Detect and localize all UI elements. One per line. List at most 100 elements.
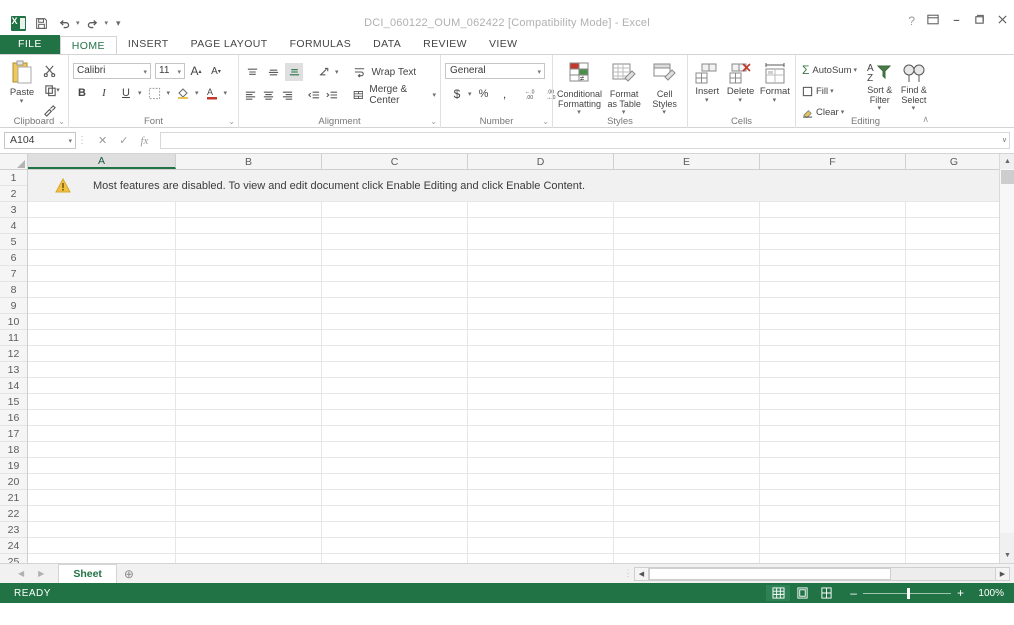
row-header[interactable]: 3	[0, 202, 27, 218]
grid-cell[interactable]	[760, 442, 906, 458]
grid-cell[interactable]	[614, 474, 760, 490]
decrease-indent-icon[interactable]	[306, 86, 321, 104]
row-header[interactable]: 6	[0, 250, 27, 266]
collapse-ribbon-button[interactable]: ∧	[922, 114, 929, 125]
grid-cell[interactable]	[906, 522, 1003, 538]
table-row[interactable]	[28, 410, 1014, 426]
grid-cell[interactable]	[906, 202, 1003, 218]
grid-cell[interactable]	[906, 554, 1003, 563]
grid-cell[interactable]	[614, 538, 760, 554]
grid-cell[interactable]	[468, 362, 614, 378]
increase-indent-icon[interactable]	[324, 86, 339, 104]
number-format-caret[interactable]: ▾	[537, 68, 541, 76]
grid-cell[interactable]	[614, 314, 760, 330]
accounting-format-icon[interactable]: $	[448, 85, 466, 103]
table-row[interactable]	[28, 314, 1014, 330]
table-row[interactable]	[28, 378, 1014, 394]
alignment-dialog-launcher[interactable]: ⌄	[430, 117, 437, 126]
row-header[interactable]: 14	[0, 378, 27, 394]
wrap-text-button[interactable]: Wrap Text	[351, 63, 419, 81]
grid-cell[interactable]	[760, 234, 906, 250]
grid-cell[interactable]	[468, 282, 614, 298]
grid-cell[interactable]	[468, 538, 614, 554]
grid-cell[interactable]	[468, 298, 614, 314]
font-name-input[interactable]: Calibri ▾	[73, 63, 151, 79]
number-dialog-launcher[interactable]: ⌄	[542, 117, 549, 126]
decrease-font-size-icon[interactable]: A ▾	[207, 62, 225, 80]
grid-cell[interactable]	[468, 218, 614, 234]
grid-cell[interactable]	[760, 490, 906, 506]
grid-cell[interactable]	[614, 282, 760, 298]
column-header-f[interactable]: F	[760, 154, 906, 169]
grid-cell[interactable]	[28, 314, 176, 330]
new-sheet-button[interactable]: ⊕	[117, 567, 141, 581]
grid-cell[interactable]	[468, 426, 614, 442]
name-box[interactable]: A104 ▾	[4, 132, 76, 149]
row-header[interactable]: 12	[0, 346, 27, 362]
accounting-caret[interactable]: ▾	[468, 91, 472, 98]
column-header-d[interactable]: D	[468, 154, 614, 169]
grid-cell[interactable]	[468, 474, 614, 490]
cell-styles-button[interactable]: Cell Styles ▾	[646, 60, 683, 116]
grid-cell[interactable]	[28, 538, 176, 554]
zoom-level-label[interactable]: 100%	[970, 588, 1004, 599]
grid-cell[interactable]	[28, 378, 176, 394]
grid-cell[interactable]	[322, 410, 468, 426]
table-row[interactable]	[28, 394, 1014, 410]
grid-cell[interactable]	[906, 298, 1003, 314]
tab-formulas[interactable]: FORMULAS	[279, 35, 363, 54]
name-box-caret[interactable]: ▾	[68, 137, 72, 145]
horizontal-scrollbar-track[interactable]	[649, 566, 995, 581]
grid-cell[interactable]	[322, 298, 468, 314]
grid-cell[interactable]	[28, 298, 176, 314]
grid-cell[interactable]	[906, 346, 1003, 362]
grid-cell[interactable]	[760, 202, 906, 218]
row-header[interactable]: 1	[0, 170, 27, 186]
font-color-icon[interactable]: A	[203, 84, 221, 102]
find-select-caret[interactable]: ▾	[912, 105, 916, 112]
horizontal-scrollbar[interactable]: ⋮ ◀ ▶	[622, 566, 1010, 581]
grid-cell[interactable]	[614, 234, 760, 250]
grid-cell[interactable]	[176, 330, 322, 346]
grid-cell[interactable]	[906, 458, 1003, 474]
grid-cell[interactable]	[760, 538, 906, 554]
grid-cell[interactable]	[28, 250, 176, 266]
grid-cell[interactable]	[760, 330, 906, 346]
vertical-scrollbar[interactable]: ▲ ▼	[999, 154, 1014, 563]
grid-cell[interactable]	[28, 554, 176, 563]
grid-cell[interactable]	[28, 426, 176, 442]
table-row[interactable]	[28, 426, 1014, 442]
grid-cell[interactable]	[176, 202, 322, 218]
grid-cell[interactable]	[760, 554, 906, 563]
grid-cell[interactable]	[322, 266, 468, 282]
grid-cell[interactable]	[468, 234, 614, 250]
delete-cells-caret[interactable]: ▾	[738, 97, 742, 104]
grid-cell[interactable]	[906, 362, 1003, 378]
vertical-scrollbar-thumb[interactable]	[1001, 170, 1014, 184]
grid-cells[interactable]: Most features are disabled. To view and …	[28, 170, 1014, 563]
grid-cell[interactable]	[614, 442, 760, 458]
table-row[interactable]	[28, 346, 1014, 362]
grid-cell[interactable]	[176, 218, 322, 234]
grid-cell[interactable]	[468, 442, 614, 458]
grid-cell[interactable]	[322, 250, 468, 266]
grid-cell[interactable]	[614, 426, 760, 442]
grid-cell[interactable]	[614, 202, 760, 218]
restore-button[interactable]	[974, 14, 985, 27]
zoom-slider-thumb[interactable]	[906, 587, 910, 599]
grid-cell[interactable]	[906, 506, 1003, 522]
align-center-icon[interactable]	[261, 86, 276, 104]
align-middle-icon[interactable]	[264, 63, 282, 81]
grid-cell[interactable]	[760, 282, 906, 298]
grid-cell[interactable]	[28, 506, 176, 522]
grid-cell[interactable]	[906, 378, 1003, 394]
enter-formula-icon[interactable]: ✓	[119, 134, 128, 147]
grid-cell[interactable]	[176, 554, 322, 563]
table-row[interactable]	[28, 234, 1014, 250]
grid-cell[interactable]	[28, 394, 176, 410]
grid-cell[interactable]	[760, 522, 906, 538]
table-row[interactable]	[28, 218, 1014, 234]
horizontal-scrollbar-thumb[interactable]	[649, 567, 892, 580]
grid-cell[interactable]	[468, 250, 614, 266]
grid-cell[interactable]	[906, 426, 1003, 442]
